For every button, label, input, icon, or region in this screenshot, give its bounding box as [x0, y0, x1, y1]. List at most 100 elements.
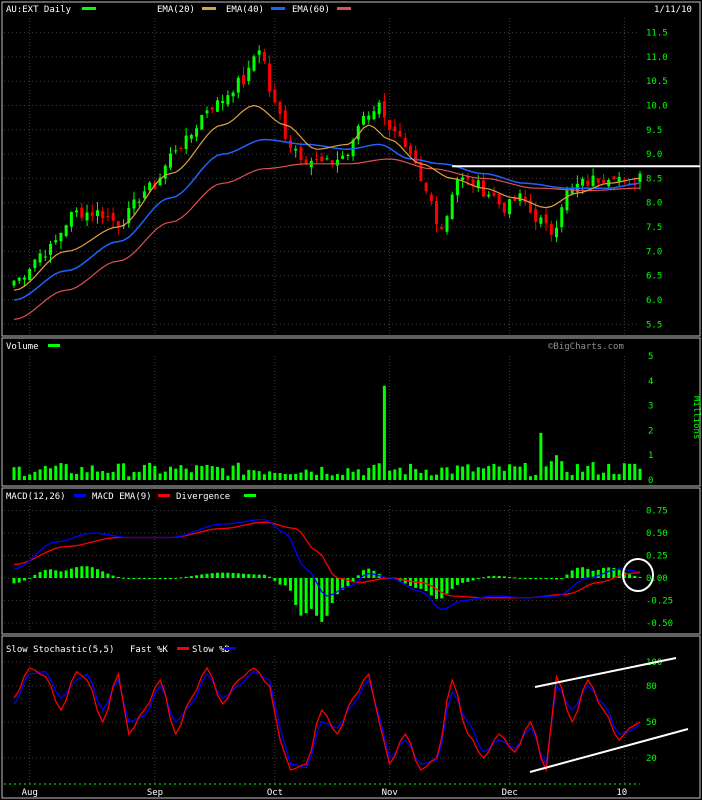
- divergence-bar: [132, 578, 136, 579]
- stochastic-panel: 205080100: [4, 657, 689, 785]
- candle-body: [205, 110, 209, 114]
- divergence-bar: [544, 578, 548, 579]
- volume-bar: [523, 462, 527, 480]
- divergence-bar: [111, 575, 115, 578]
- candle-body: [497, 194, 501, 205]
- volume-bar: [607, 463, 611, 480]
- candle-body: [294, 148, 298, 151]
- divergence-bar: [85, 566, 89, 578]
- candle-body: [288, 139, 292, 148]
- volume-bar: [174, 468, 178, 480]
- candle-body: [90, 212, 94, 216]
- divergence-bar: [502, 576, 506, 578]
- volume-bar: [341, 474, 345, 480]
- volume-bar: [461, 466, 465, 480]
- volume-bar: [294, 473, 298, 480]
- candle-body: [210, 107, 214, 110]
- candle-body: [242, 74, 246, 85]
- divergence-bar: [581, 567, 585, 578]
- divergence-bar: [476, 578, 480, 579]
- volume-tick-label: 2: [648, 426, 653, 436]
- price-tick-label: 11.0: [646, 53, 668, 63]
- candle-body: [59, 232, 63, 242]
- volume-bar: [205, 464, 209, 480]
- volume-bar: [43, 465, 47, 480]
- candle-body: [80, 207, 84, 218]
- price-tick-label: 8.5: [646, 174, 662, 184]
- watermark: ©BigCharts.com: [548, 342, 624, 352]
- volume-bar: [372, 464, 376, 480]
- divergence-bar: [69, 568, 73, 578]
- divergence-bar: [33, 574, 37, 578]
- x-tick-label: Oct: [267, 788, 283, 798]
- volume-bar: [596, 474, 600, 480]
- volume-bar: [482, 468, 485, 480]
- macd-ema-swatch: [158, 494, 170, 497]
- volume-bar: [382, 385, 386, 480]
- volume-bar: [408, 463, 412, 480]
- volume-bar: [200, 466, 204, 480]
- candle-body: [257, 50, 261, 55]
- volume-bar: [236, 462, 240, 480]
- volume-bar: [148, 462, 152, 480]
- volume-bar: [581, 471, 585, 480]
- divergence-bar: [482, 577, 485, 579]
- volume-frame: [1, 337, 701, 487]
- volume-tick-label: 3: [648, 402, 653, 412]
- candle-body: [617, 176, 621, 182]
- divergence-bar: [101, 571, 105, 578]
- volume-bar: [49, 468, 53, 480]
- divergence-bar: [471, 578, 475, 581]
- volume-bar: [299, 472, 303, 480]
- divergence-bar: [210, 573, 214, 578]
- fastk-label: Fast %K: [130, 645, 169, 655]
- divergence-bar: [257, 574, 261, 578]
- candle-body: [450, 194, 454, 219]
- candle-body: [461, 177, 465, 181]
- volume-bar: [435, 474, 439, 480]
- date-label: 1/11/10: [654, 5, 692, 15]
- candle-body: [106, 216, 110, 218]
- divergence-bar: [273, 578, 277, 581]
- volume-bar: [210, 466, 214, 480]
- volume-bar: [367, 468, 371, 480]
- candle-body: [487, 194, 491, 197]
- candle-body: [581, 178, 585, 186]
- candle-body: [596, 178, 600, 183]
- candle-body: [398, 130, 402, 137]
- volume-bar: [169, 466, 172, 480]
- candle-body: [174, 150, 178, 152]
- volume-bar: [398, 467, 402, 480]
- divergence-bar: [278, 578, 282, 585]
- candle-body: [346, 154, 350, 156]
- volume-bar: [450, 473, 454, 480]
- volume-bar: [252, 470, 256, 480]
- volume-bar: [304, 469, 308, 480]
- volume-bar: [278, 472, 282, 480]
- candle-body: [341, 155, 345, 159]
- candle-body: [518, 193, 522, 201]
- candle-body: [601, 179, 605, 183]
- volume-bar: [80, 467, 84, 480]
- candle-body: [393, 126, 397, 132]
- candle-body: [231, 92, 235, 97]
- volume-bar: [325, 473, 329, 480]
- volume-bar: [116, 463, 120, 480]
- divergence-bar: [346, 578, 350, 587]
- volume-bar: [492, 463, 496, 480]
- x-tick-label: Dec: [502, 788, 518, 798]
- volume-bar: [544, 466, 548, 480]
- volume-bar: [101, 470, 105, 480]
- divergence-bar: [122, 577, 126, 579]
- volume-bar: [247, 469, 251, 480]
- divergence-bar: [607, 567, 611, 578]
- x-tick-label: 10: [616, 788, 627, 798]
- candle-body: [101, 210, 105, 219]
- candle-body: [492, 192, 496, 196]
- x-tick-label: Sep: [147, 788, 163, 798]
- divergence-bar: [299, 578, 303, 616]
- divergence-bar: [90, 567, 94, 578]
- volume-bar: [628, 463, 632, 480]
- divergence-bar: [247, 574, 251, 578]
- volume-bar: [257, 471, 261, 480]
